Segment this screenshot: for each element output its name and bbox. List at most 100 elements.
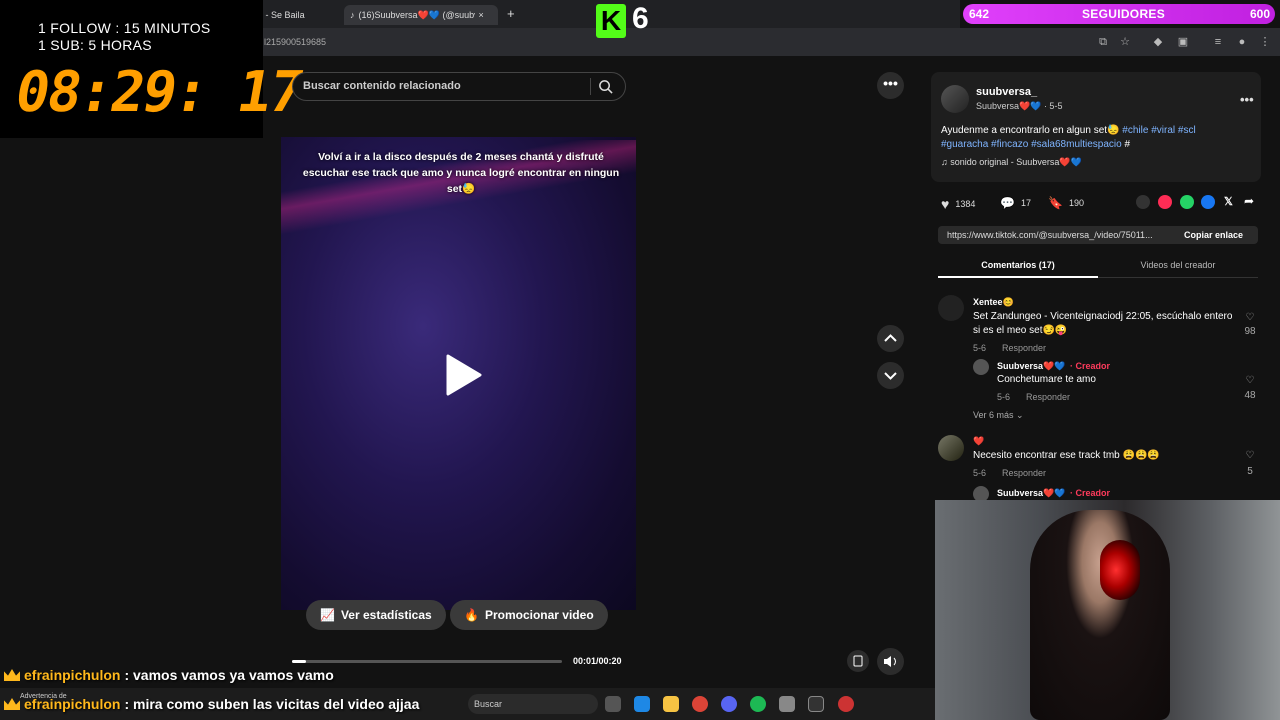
chrome-active-icon[interactable] — [838, 696, 854, 712]
comment-text: Necesito encontrar ese track tmb 😩😩😩 — [973, 450, 1160, 461]
play-icon[interactable] — [444, 354, 484, 396]
streamer-figure — [1030, 510, 1170, 720]
view-more-label: Ver 6 más — [973, 410, 1014, 420]
description-text: Ayudenme a encontrarlo en algun set😓 — [941, 125, 1120, 136]
whatsapp-icon[interactable] — [1180, 195, 1194, 209]
previous-video-button[interactable] — [877, 325, 904, 352]
avatar[interactable] — [941, 85, 969, 113]
comment-date: 5-6 — [973, 468, 987, 478]
hashtag[interactable]: # — [1124, 139, 1130, 150]
heart-outline-icon[interactable]: ♡ — [1243, 312, 1257, 323]
hashtag[interactable]: #sala68multiespacio — [1031, 139, 1122, 150]
star-icon[interactable]: ☆ — [1118, 35, 1132, 49]
save-button[interactable]: 🔖 190 — [1048, 196, 1084, 210]
promote-video-button[interactable]: 🔥 Promocionar video — [450, 600, 608, 630]
music-note-icon: ♫ — [941, 157, 948, 167]
task-view-icon[interactable] — [605, 696, 621, 712]
close-icon[interactable]: × — [479, 10, 484, 20]
sound-link[interactable]: ♫ sonido original - Suubversa❤️💙 — [941, 157, 1082, 168]
chevron-down-icon: ⌄ — [1016, 410, 1024, 420]
folder-icon[interactable] — [663, 696, 679, 712]
tab-creator-videos[interactable]: Videos del creador — [1098, 260, 1258, 270]
hashtag[interactable]: #viral — [1151, 125, 1175, 136]
next-video-button[interactable] — [877, 362, 904, 389]
progress-track[interactable] — [292, 660, 562, 663]
media-icon[interactable]: ≡ — [1211, 35, 1225, 49]
comment-username[interactable]: Suubversa❤️💙 — [997, 488, 1065, 499]
chart-icon: 📈 — [320, 608, 335, 622]
new-tab-button[interactable]: + — [507, 6, 515, 21]
send-icon[interactable] — [1158, 195, 1172, 209]
stats-label: Ver estadísticas — [340, 608, 432, 622]
view-more-replies[interactable]: Ver 6 más ⌄ — [973, 410, 1024, 421]
tab-active[interactable]: ♪ (16)Suubversa❤️💙 (@suubve × — [344, 5, 498, 25]
avatar[interactable] — [973, 359, 989, 375]
like-button[interactable]: ♥ 1384 — [941, 196, 975, 212]
tab-active-indicator — [938, 276, 1098, 278]
app-icon[interactable] — [779, 696, 795, 712]
extension-icon[interactable]: ◆ — [1151, 35, 1165, 49]
chevron-up-icon — [884, 334, 897, 342]
chat-message: efrainpichulon : vamos vamos ya vamos va… — [4, 667, 334, 683]
search-icon[interactable] — [598, 79, 613, 94]
comment-date: 5-6 — [973, 343, 987, 353]
comment-text: Set Zandungeo - Vicenteignaciodj 22:05, … — [973, 311, 1233, 336]
copilot-icon[interactable] — [634, 696, 650, 712]
creator-badge: · Creador — [1070, 488, 1111, 498]
reply-button[interactable]: Responder — [1002, 468, 1046, 478]
more-options-button[interactable]: ••• — [877, 72, 904, 99]
avatar[interactable] — [938, 295, 964, 321]
view-stats-button[interactable]: 📈 Ver estadísticas — [306, 600, 446, 630]
tiktok-icon: ♪ — [350, 10, 355, 20]
comment-button[interactable]: 💬 17 — [1000, 196, 1031, 210]
comment-count: 17 — [1020, 198, 1031, 208]
copy-link-button[interactable]: Copiar enlace — [1184, 230, 1243, 240]
sound-label: sonido original - Suubversa❤️💙 — [950, 157, 1082, 167]
subathon-timer: 08:29: 17 — [10, 60, 308, 125]
discord-icon[interactable] — [721, 696, 737, 712]
hashtag[interactable]: #scl — [1178, 125, 1196, 136]
speaker-icon — [884, 656, 896, 667]
hashtag[interactable]: #fincazo — [991, 139, 1028, 150]
puzzle-icon[interactable]: ▣ — [1176, 35, 1190, 49]
comment-username[interactable]: Xentee😊 — [973, 297, 1014, 308]
search-divider — [590, 78, 591, 95]
promote-label: Promocionar video — [484, 608, 594, 622]
volume-button[interactable] — [877, 648, 904, 675]
hashtag[interactable]: #chile — [1122, 125, 1148, 136]
heart-outline-icon[interactable]: ♡ — [1243, 375, 1257, 386]
author-username[interactable]: suubversa_ — [976, 86, 1037, 98]
tab-label: (16)Suubversa❤️💙 (@suubve — [358, 9, 475, 20]
search-input[interactable]: Buscar contenido relacionado — [303, 80, 461, 92]
video-caption: Volví a ir a la disco después de 2 meses… — [302, 151, 620, 195]
reply-button[interactable]: Responder — [1026, 392, 1070, 402]
avatar[interactable] — [938, 435, 964, 461]
followers-title: SEGUIDORES — [1082, 7, 1166, 21]
heart-outline-icon[interactable]: ♡ — [1243, 450, 1257, 461]
time-readout: 00:01/00:20 — [573, 656, 622, 666]
hashtag[interactable]: #guaracha — [941, 139, 988, 150]
install-app-icon[interactable]: ⧉ — [1096, 35, 1110, 49]
kick-count: 6 — [632, 2, 649, 35]
comment-username[interactable]: Suubversa❤️💙 — [997, 361, 1065, 372]
obs-icon[interactable] — [808, 696, 824, 712]
menu-icon[interactable]: ⋮ — [1258, 35, 1272, 49]
embed-icon[interactable] — [1136, 195, 1150, 209]
comment-username[interactable]: ❤️ — [973, 436, 984, 447]
video-link[interactable]: https://www.tiktok.com/@suubversa_/video… — [947, 230, 1153, 240]
chrome-icon[interactable] — [692, 696, 708, 712]
comment-text: Conchetumare te amo — [997, 374, 1096, 385]
facebook-icon[interactable] — [1201, 195, 1215, 209]
flame-icon: 🔥 — [464, 608, 479, 622]
reply-button[interactable]: Responder — [1002, 343, 1046, 353]
profile-icon[interactable]: ● — [1235, 35, 1249, 49]
chat-username: efrainpichulon — [24, 696, 121, 712]
card-more-icon[interactable]: ••• — [1240, 92, 1254, 107]
share-arrow-icon[interactable]: ➦ — [1244, 194, 1254, 208]
tab-comments[interactable]: Comentarios (17) — [938, 260, 1098, 270]
x-icon[interactable]: 𝕏 — [1224, 195, 1233, 208]
pip-button[interactable] — [847, 650, 869, 672]
url-field[interactable]: l215900519685 — [264, 37, 326, 47]
spotify-icon[interactable] — [750, 696, 766, 712]
comment-like-count: 48 — [1244, 390, 1256, 401]
